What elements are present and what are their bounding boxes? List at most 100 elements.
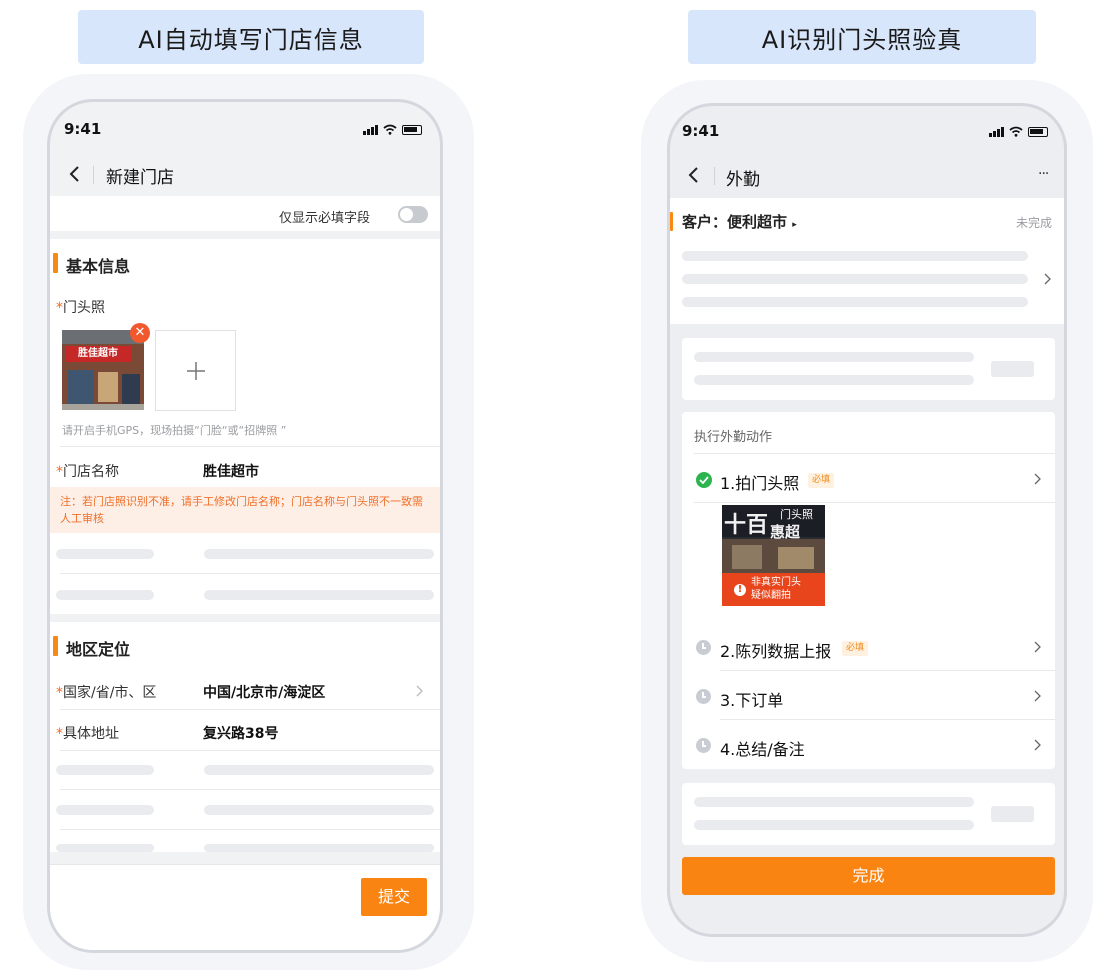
alert-text: 非真实门头 疑似翻拍: [751, 577, 801, 601]
chevron-right-icon[interactable]: [1034, 690, 1041, 702]
customer-name[interactable]: 客户：便利超市 ▸: [682, 211, 797, 232]
battery-icon: [1028, 127, 1048, 137]
region-label: *国家/省/市、区: [56, 685, 157, 701]
photo-label: *门头照: [56, 300, 105, 316]
placeholder-bar: [694, 352, 974, 362]
placeholder-bar: [56, 590, 154, 600]
placeholder-bar: [56, 549, 154, 559]
section-gap: [50, 231, 440, 239]
check-circle-icon: [696, 472, 712, 488]
battery-icon: [402, 125, 422, 135]
warning-box: 注：若门店照识别不准，请手工修改门店名称；门店名称与门头照不一致需人工审核: [50, 487, 440, 533]
actions-title: 执行外勤动作: [694, 430, 773, 445]
status-icons: [363, 124, 422, 135]
step-label: 4.总结/备注: [720, 740, 805, 759]
region-value[interactable]: 中国/北京市/海淀区: [203, 682, 325, 702]
photo-sign: 十百: [724, 513, 769, 538]
placeholder-bar: [204, 765, 434, 775]
phone-field-visit: 9:41 外勤 ··· 客户：便利超市 ▸ 未完成 执行外勤动作 1.拍门头照 …: [667, 103, 1067, 937]
chevron-right-icon[interactable]: [1034, 739, 1041, 751]
placeholder-bar: [56, 765, 154, 775]
caption-ai-autofill: AI自动填写门店信息: [78, 10, 424, 64]
clock-icon: [696, 640, 711, 655]
row-divider: [60, 573, 440, 574]
nav-divider: [714, 167, 715, 185]
step-label: 2.陈列数据上报: [720, 642, 832, 661]
wifi-icon: [383, 124, 397, 135]
more-icon[interactable]: ···: [1038, 166, 1049, 182]
page-title: 新建门店: [106, 168, 174, 188]
placeholder-bar: [204, 590, 434, 600]
placeholder-bar: [694, 820, 974, 830]
required-tag: 必填: [842, 641, 869, 656]
status-time: 9:41: [682, 122, 720, 140]
store-name-value[interactable]: 胜佳超市: [203, 461, 259, 481]
placeholder-bar: [694, 797, 974, 807]
required-only-label: 仅显示必填字段: [279, 211, 371, 226]
nav-divider: [93, 166, 94, 184]
chevron-right-icon[interactable]: [416, 685, 423, 697]
placeholder-bar: [204, 549, 434, 559]
section-accent: [670, 212, 673, 231]
store-sign: 胜佳超市: [65, 346, 131, 362]
plus-icon: [187, 362, 205, 380]
signal-icon: [363, 125, 378, 135]
row-divider: [694, 502, 1055, 503]
placeholder-bar: [682, 274, 1028, 284]
section-region-title: 地区定位: [66, 640, 131, 659]
clock-icon: [696, 689, 711, 704]
chevron-right-icon[interactable]: [1034, 641, 1041, 653]
remove-photo-icon[interactable]: ✕: [130, 323, 150, 343]
submit-button[interactable]: 提交: [361, 878, 427, 916]
placeholder-bar: [682, 251, 1028, 261]
caption-ai-verify: AI识别门头照验真: [688, 10, 1036, 64]
step-label: 3.下订单: [720, 691, 784, 710]
back-icon[interactable]: [68, 165, 80, 183]
store-name-label: *门店名称: [56, 464, 119, 480]
add-photo-button[interactable]: [155, 330, 236, 411]
alert-icon: !: [734, 584, 746, 596]
row-divider: [60, 446, 440, 447]
warning-text: 注：若门店照识别不准，请手工修改门店名称；门店名称与门头照不一致需人工审核: [60, 495, 423, 525]
chevron-right-icon[interactable]: [1034, 473, 1041, 485]
address-value[interactable]: 复兴路38号: [203, 723, 278, 743]
placeholder-bar: [682, 297, 1028, 307]
row-divider: [720, 670, 1055, 671]
step-label: 1.拍门头照: [720, 474, 800, 493]
row-divider: [60, 789, 440, 790]
placeholder-bar: [991, 361, 1034, 377]
row-divider: [720, 719, 1055, 720]
section-basic-title: 基本信息: [66, 257, 131, 276]
placeholder-bar: [56, 844, 154, 852]
placeholder-bar: [204, 844, 434, 852]
row-divider: [60, 750, 440, 751]
photo-hint: 请开启手机GPS，现场拍摄“门脸“或“招牌照 ”: [62, 424, 287, 437]
row-divider: [60, 709, 440, 710]
row-divider: [60, 829, 440, 830]
photo-overlay-label: 门头照: [780, 508, 813, 521]
status-time: 9:41: [64, 120, 102, 138]
page-title: 外勤: [726, 170, 760, 190]
wifi-icon: [1009, 126, 1023, 137]
placeholder-bar: [204, 805, 434, 815]
customer-status: 未完成: [1016, 216, 1053, 230]
fake-photo-alert: ! 非真实门头 疑似翻拍: [722, 573, 825, 606]
store-photo-thumb[interactable]: 胜佳超市: [62, 330, 144, 410]
back-icon[interactable]: [687, 166, 699, 184]
section-gap: [50, 614, 440, 622]
captured-storefront-photo[interactable]: 十百 惠超 门头照 ! 非真实门头 疑似翻拍: [722, 505, 825, 606]
placeholder-bar: [694, 375, 974, 385]
address-label: *具体地址: [56, 726, 119, 742]
section-accent: [53, 253, 58, 273]
section-accent: [53, 636, 58, 656]
row-divider: [694, 453, 1055, 454]
clock-icon: [696, 738, 711, 753]
required-only-toggle[interactable]: [398, 206, 428, 223]
finish-button[interactable]: 完成: [682, 857, 1055, 895]
placeholder-bar: [56, 805, 154, 815]
placeholder-bar: [991, 806, 1034, 822]
required-tag: 必填: [808, 473, 835, 488]
chevron-right-icon[interactable]: [1044, 273, 1051, 285]
phone-new-store: 9:41 新建门店 仅显示必填字段 基本信息 *门头照 胜佳超市 ✕ 请开启手机…: [47, 99, 443, 953]
status-icons: [989, 126, 1048, 137]
